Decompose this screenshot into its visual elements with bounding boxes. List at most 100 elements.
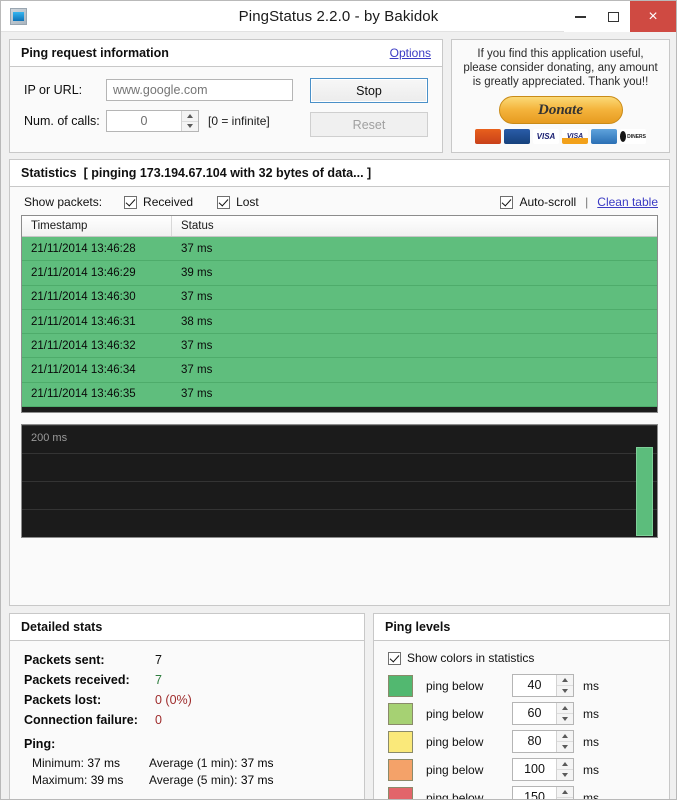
ping-level-label: ping below: [426, 678, 484, 693]
detailed-stat-value: 0: [155, 713, 162, 727]
ping-level-spin-buttons[interactable]: [556, 759, 573, 780]
lost-checkbox[interactable]: [217, 195, 231, 209]
spin-down-icon[interactable]: [557, 770, 573, 780]
detailed-stat-key: Connection failure:: [24, 713, 138, 727]
ping-level-color-swatch[interactable]: [388, 786, 413, 799]
application-window: PingStatus 2.2.0 - by Bakidok × Ping req…: [0, 0, 677, 800]
ping-level-spin-buttons[interactable]: [556, 787, 573, 799]
table-row[interactable]: 21/11/2014 13:46:34 37 ms: [22, 358, 657, 383]
ping-level-spin-buttons[interactable]: [556, 731, 573, 752]
spin-down-icon[interactable]: [557, 742, 573, 752]
show-colors-checkbox[interactable]: [388, 651, 401, 665]
app-icon: [10, 7, 27, 25]
ping-level-row: ping below 100 ms: [388, 758, 669, 781]
minimize-button[interactable]: [564, 1, 597, 32]
ping-results-table[interactable]: Timestamp Status 21/11/2014 13:46:28 37 m…: [21, 215, 658, 413]
maestro-icon: [504, 129, 530, 144]
diners-club-icon: DINERS: [620, 129, 646, 144]
table-row[interactable]: 21/11/2014 13:46:35 37 ms: [22, 382, 657, 408]
ping-level-threshold-value: 150: [524, 790, 545, 800]
maximize-button[interactable]: [597, 1, 630, 32]
received-checkbox[interactable]: [124, 195, 138, 209]
ping-level-threshold-stepper[interactable]: 150: [512, 786, 574, 800]
ping-level-spin-buttons[interactable]: [556, 675, 573, 696]
autoscroll-label: Auto-scroll: [519, 195, 577, 209]
ping-request-title: Ping request information: [10, 40, 442, 67]
spin-down-icon[interactable]: [557, 714, 573, 724]
show-colors-checkbox-item[interactable]: Show colors in statistics: [388, 651, 669, 665]
ping-summary-row: Minimum: 37 ms Average (1 min): 37 ms: [32, 755, 364, 772]
ping-summary-right-key: Average (1 min):: [149, 756, 238, 770]
ip-or-url-input[interactable]: [106, 79, 293, 101]
ping-summary-right-value: 37 ms: [240, 773, 274, 787]
ping-level-threshold-stepper[interactable]: 60: [512, 702, 574, 725]
clean-table-link[interactable]: Clean table: [597, 195, 658, 209]
autoscroll-checkbox-item[interactable]: Auto-scroll: [500, 195, 576, 209]
detailed-stat-value: 0 (0%): [155, 693, 192, 707]
ping-level-threshold-value: 60: [527, 706, 542, 720]
mastercard-icon: [475, 129, 501, 144]
ping-level-threshold-stepper[interactable]: 40: [512, 674, 574, 697]
spin-up-icon[interactable]: [557, 675, 573, 686]
close-button[interactable]: ×: [630, 1, 676, 32]
gridline: [22, 425, 657, 426]
ping-levels-body: Show colors in statistics ping below 40 ms…: [374, 641, 669, 800]
ping-level-color-swatch[interactable]: [388, 674, 413, 697]
ping-summary-row: Maximum: 39 ms Average (5 min): 37 ms: [32, 772, 364, 789]
options-link[interactable]: Options: [390, 46, 431, 60]
detailed-stats-lines: Packets sent: 7 Packets received: 7 Packets …: [24, 652, 364, 728]
table-row[interactable]: 21/11/2014 13:46:29 39 ms: [22, 261, 657, 286]
statistics-subtitle: [ pinging 173.194.67.104 with 32 bytes o…: [83, 166, 372, 180]
close-icon: ×: [648, 7, 658, 25]
statistics-title: Statistics [ pinging 173.194.67.104 with …: [10, 160, 669, 187]
num-calls-spin-buttons[interactable]: [181, 111, 198, 131]
ping-level-color-swatch[interactable]: [388, 758, 413, 781]
autoscroll-checkbox[interactable]: [500, 195, 514, 209]
donate-button[interactable]: Donate: [498, 96, 623, 124]
spin-down-icon[interactable]: [557, 686, 573, 696]
table-row[interactable]: 21/11/2014 13:46:31 38 ms: [22, 309, 657, 335]
received-checkbox-item[interactable]: Received: [124, 195, 193, 209]
table-row[interactable]: 21/11/2014 13:46:32 37 ms: [22, 334, 657, 359]
spin-up-icon[interactable]: [557, 703, 573, 714]
donate-text: If you find this application useful, ple…: [463, 48, 658, 88]
minimize-icon: [575, 15, 586, 18]
ping-level-unit: ms: [583, 678, 599, 693]
cell-timestamp: 21/11/2014 13:46:29: [31, 266, 136, 279]
ping-level-color-swatch[interactable]: [388, 730, 413, 753]
stop-button[interactable]: Stop: [310, 78, 428, 103]
graph-bar: [636, 447, 653, 536]
table-body: 21/11/2014 13:46:28 37 ms 21/11/2014 13:46…: [22, 237, 657, 408]
statistics-panel: Statistics [ pinging 173.194.67.104 with …: [9, 159, 670, 606]
visa-icon: VISA: [533, 129, 559, 144]
cell-timestamp: 21/11/2014 13:46:31: [31, 315, 136, 328]
ping-summary-right: Average (5 min): 37 ms: [149, 772, 274, 789]
spin-up-icon[interactable]: [557, 759, 573, 770]
column-header-timestamp[interactable]: Timestamp: [22, 216, 172, 236]
ping-summary-right: Average (1 min): 37 ms: [149, 755, 274, 772]
num-calls-stepper[interactable]: 0: [106, 110, 199, 132]
num-calls-label: Num. of calls:: [24, 114, 100, 128]
show-packets-row: Show packets: Received Lost Auto-scroll …: [10, 187, 669, 215]
column-header-status[interactable]: Status: [172, 216, 657, 236]
spin-up-icon[interactable]: [557, 731, 573, 742]
cell-status: 38 ms: [181, 315, 213, 328]
ping-level-threshold-stepper[interactable]: 80: [512, 730, 574, 753]
spin-up-icon[interactable]: [182, 111, 198, 122]
bottom-section: Detailed stats Packets sent: 7 Packets rec…: [9, 613, 670, 800]
ping-level-spin-buttons[interactable]: [556, 703, 573, 724]
american-express-icon: [591, 129, 617, 144]
ping-level-color-swatch[interactable]: [388, 702, 413, 725]
table-row[interactable]: 21/11/2014 13:46:30 37 ms: [22, 285, 657, 310]
ping-level-threshold-stepper[interactable]: 100: [512, 758, 574, 781]
reset-button[interactable]: Reset: [310, 112, 428, 137]
ping-levels-title: Ping levels: [374, 614, 669, 641]
cell-status: 37 ms: [181, 339, 213, 352]
lost-checkbox-item[interactable]: Lost: [217, 195, 259, 209]
gridline: [22, 509, 657, 510]
spin-down-icon[interactable]: [182, 122, 198, 132]
statistics-title-label: Statistics: [21, 166, 77, 180]
spin-up-icon[interactable]: [557, 787, 573, 798]
detailed-stat-line: Packets sent: 7: [24, 652, 364, 668]
table-row[interactable]: 21/11/2014 13:46:28 37 ms: [22, 237, 657, 262]
